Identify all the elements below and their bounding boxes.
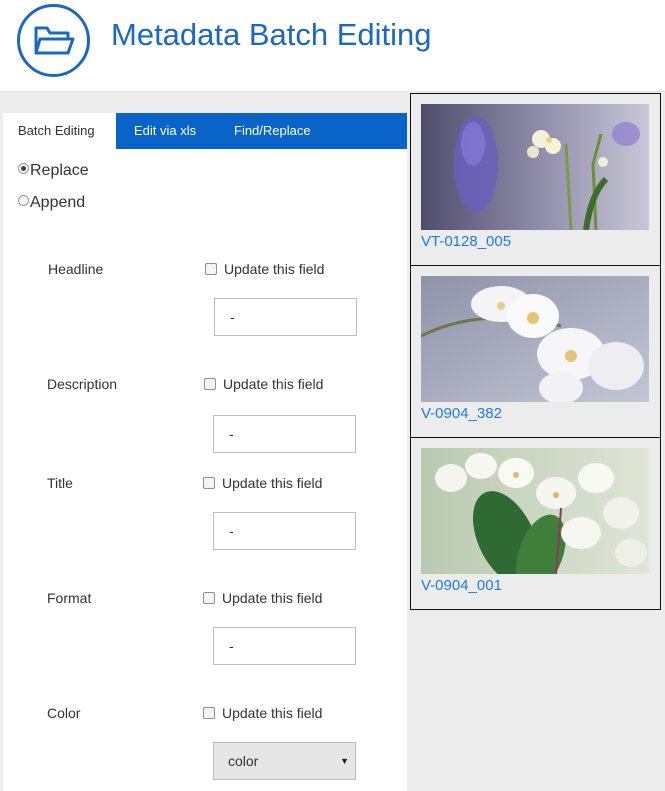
checkbox-label: Update this field [222,590,323,606]
headline-input[interactable]: - [214,298,357,336]
thumbnail-card[interactable]: V-0904_382 [410,265,661,438]
radio-button-checked[interactable] [18,163,29,174]
field-label-title: Title [47,475,73,491]
thumbnail-name-link[interactable]: VT-0128_005 [421,233,511,250]
thumbnail-image[interactable] [421,448,649,574]
thumbnail-image[interactable] [421,104,649,230]
batch-edit-panel: Batch Editing Edit via xls Find/Replace … [3,113,407,791]
tab-batch-editing[interactable]: Batch Editing [3,113,116,149]
update-headline-checkbox[interactable]: Update this field [205,261,324,277]
update-description-checkbox[interactable]: Update this field [204,376,323,392]
thumbnail-name-link[interactable]: V-0904_001 [421,577,502,594]
checkbox-label: Update this field [224,261,325,277]
field-label-description: Description [47,376,118,392]
checkbox[interactable] [204,378,216,390]
update-format-checkbox[interactable]: Update this field [203,590,322,606]
tab-bar: Batch Editing Edit via xls Find/Replace [3,113,407,149]
checkbox[interactable] [203,707,215,719]
checkbox-label: Update this field [222,705,323,721]
radio-append-label: Append [30,194,86,211]
folder-open-icon [34,26,75,55]
radio-replace-label: Replace [30,162,89,179]
dropdown-arrow-icon: ▼ [340,756,349,766]
page-title: Metadata Batch Editing [111,17,432,52]
color-select[interactable]: color ▼ [213,742,356,780]
thumbnail-card[interactable]: VT-0128_005 [410,93,661,266]
radio-button[interactable] [18,195,29,206]
title-input[interactable]: - [213,512,356,550]
description-input[interactable]: - [213,415,356,453]
checkbox[interactable] [203,477,215,489]
update-title-checkbox[interactable]: Update this field [203,475,322,491]
radio-append[interactable]: Append [18,194,85,212]
checkbox[interactable] [205,263,217,275]
checkbox[interactable] [203,592,215,604]
color-select-value: color [228,753,259,769]
thumbnail-name-link[interactable]: V-0904_382 [421,405,502,422]
logo [17,4,90,77]
field-label-color: Color [47,705,81,721]
update-color-checkbox[interactable]: Update this field [203,705,322,721]
tab-edit-via-xls[interactable]: Edit via xls [134,113,196,149]
tab-find-replace[interactable]: Find/Replace [234,113,311,149]
thumbnail-card[interactable]: V-0904_001 [410,437,661,610]
field-label-format: Format [47,590,92,606]
checkbox-label: Update this field [223,376,324,392]
thumbnail-image[interactable] [421,276,649,402]
format-input[interactable]: - [213,627,356,665]
checkbox-label: Update this field [222,475,323,491]
field-label-headline: Headline [48,261,104,277]
page-header: Metadata Batch Editing [0,0,665,92]
radio-replace[interactable]: Replace [18,162,89,180]
